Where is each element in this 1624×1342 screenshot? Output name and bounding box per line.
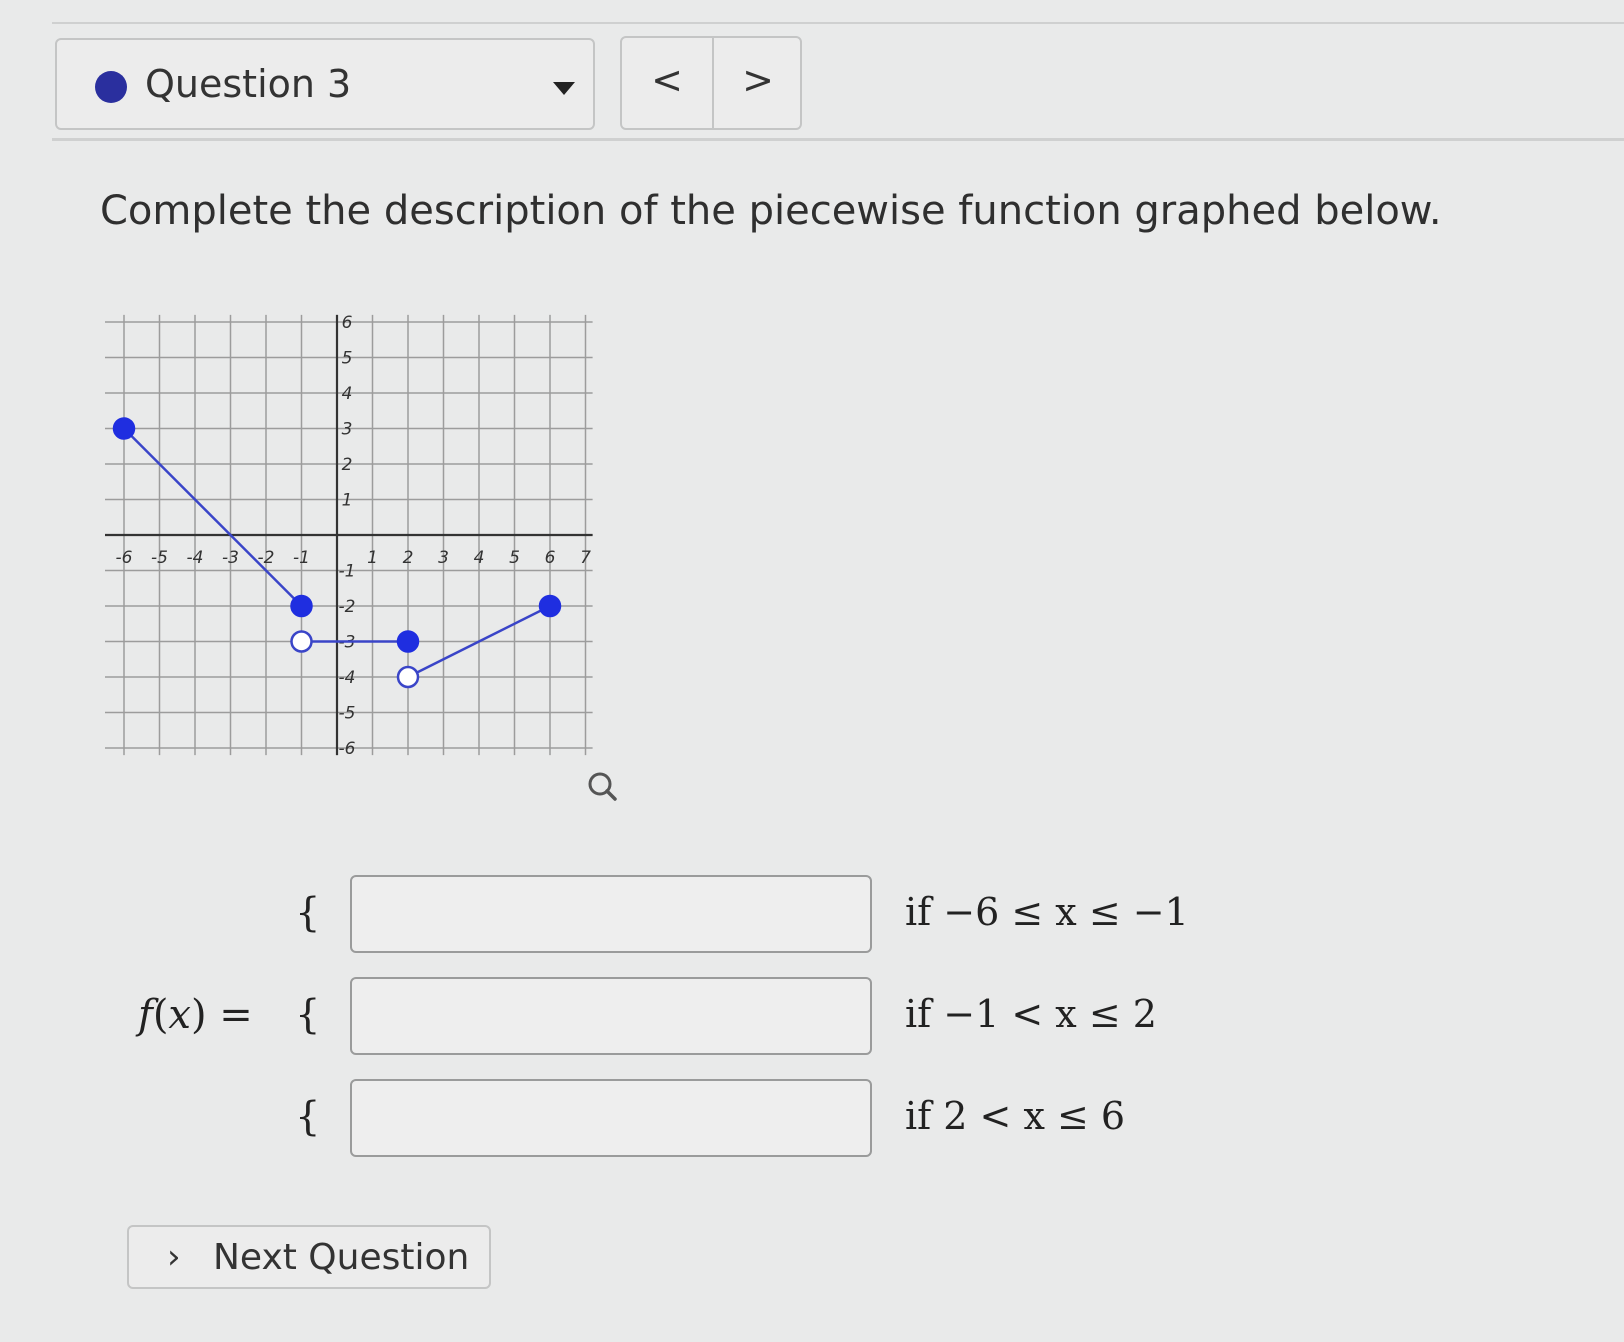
caret-down-icon (553, 82, 575, 95)
question-prompt: Complete the description of the piecewis… (100, 188, 1442, 234)
y-tick-label: -6 (339, 739, 356, 759)
piece-2-condition: if −1 < x ≤ 2 (905, 992, 1157, 1036)
piece-1-condition: if −6 ≤ x ≤ −1 (905, 890, 1189, 934)
function-open-paren: ( (152, 992, 169, 1038)
x-tick-label: -1 (293, 548, 310, 568)
y-tick-label: -4 (339, 668, 356, 688)
chevron-right-icon: › (167, 1237, 181, 1277)
y-tick-label: 2 (342, 455, 353, 475)
x-tick-label: 3 (438, 548, 449, 568)
brace-2: { (295, 992, 321, 1038)
y-tick-label: 5 (342, 349, 353, 369)
function-variable: x (168, 992, 191, 1038)
y-tick-label: -2 (339, 597, 356, 617)
y-tick-label: 6 (342, 313, 353, 333)
closed-point (538, 594, 562, 618)
header-divider (52, 138, 1624, 141)
x-tick-label: 1 (367, 548, 378, 568)
x-tick-label: -3 (222, 548, 239, 568)
y-tick-label: 3 (342, 420, 353, 440)
y-tick-label: 4 (342, 384, 353, 404)
brace-1: { (295, 890, 321, 936)
question-label: Question 3 (145, 62, 352, 106)
closed-point (396, 630, 420, 653)
x-tick-label: 5 (509, 548, 520, 568)
x-tick-label: 2 (403, 548, 414, 568)
closed-point (112, 417, 136, 440)
x-tick-label: -6 (116, 548, 133, 568)
y-tick-label: -1 (339, 562, 356, 582)
open-point (396, 665, 420, 689)
y-tick-label: -5 (339, 704, 356, 724)
piece-3-condition: if 2 < x ≤ 6 (905, 1094, 1126, 1138)
x-tick-label: -5 (151, 548, 168, 568)
question-status-dot (95, 71, 127, 103)
x-tick-label: 4 (474, 548, 485, 568)
previous-question-button[interactable]: < (622, 38, 714, 128)
x-tick-label: -4 (187, 548, 204, 568)
next-question-arrow-button[interactable]: > (713, 38, 803, 128)
x-tick-label: 7 (580, 548, 591, 568)
next-question-button[interactable]: › Next Question (127, 1225, 491, 1289)
piece-1-input[interactable] (350, 875, 872, 953)
piece-2-input[interactable] (350, 977, 872, 1055)
y-tick-label: 1 (342, 491, 353, 511)
closed-point (290, 594, 313, 618)
graph-segment (123, 427, 303, 607)
function-name: f (138, 992, 153, 1038)
x-tick-label: 6 (545, 548, 556, 568)
question-nav: < > (620, 36, 802, 130)
graph-axes (105, 314, 593, 756)
magnifier-icon[interactable] (588, 770, 620, 802)
next-question-label: Next Question (213, 1237, 470, 1278)
function-equals: ) = (190, 992, 253, 1038)
open-point (290, 630, 313, 653)
question-selector[interactable]: Question 3 (55, 38, 595, 130)
piecewise-graph: -7-6-5-4-3-2-11234567654321-1-2-3-4-5-6 (105, 313, 620, 802)
brace-3: { (295, 1094, 321, 1140)
piece-3-input[interactable] (350, 1079, 872, 1157)
top-divider (52, 22, 1624, 24)
function-lhs: f(x) = (138, 992, 253, 1038)
